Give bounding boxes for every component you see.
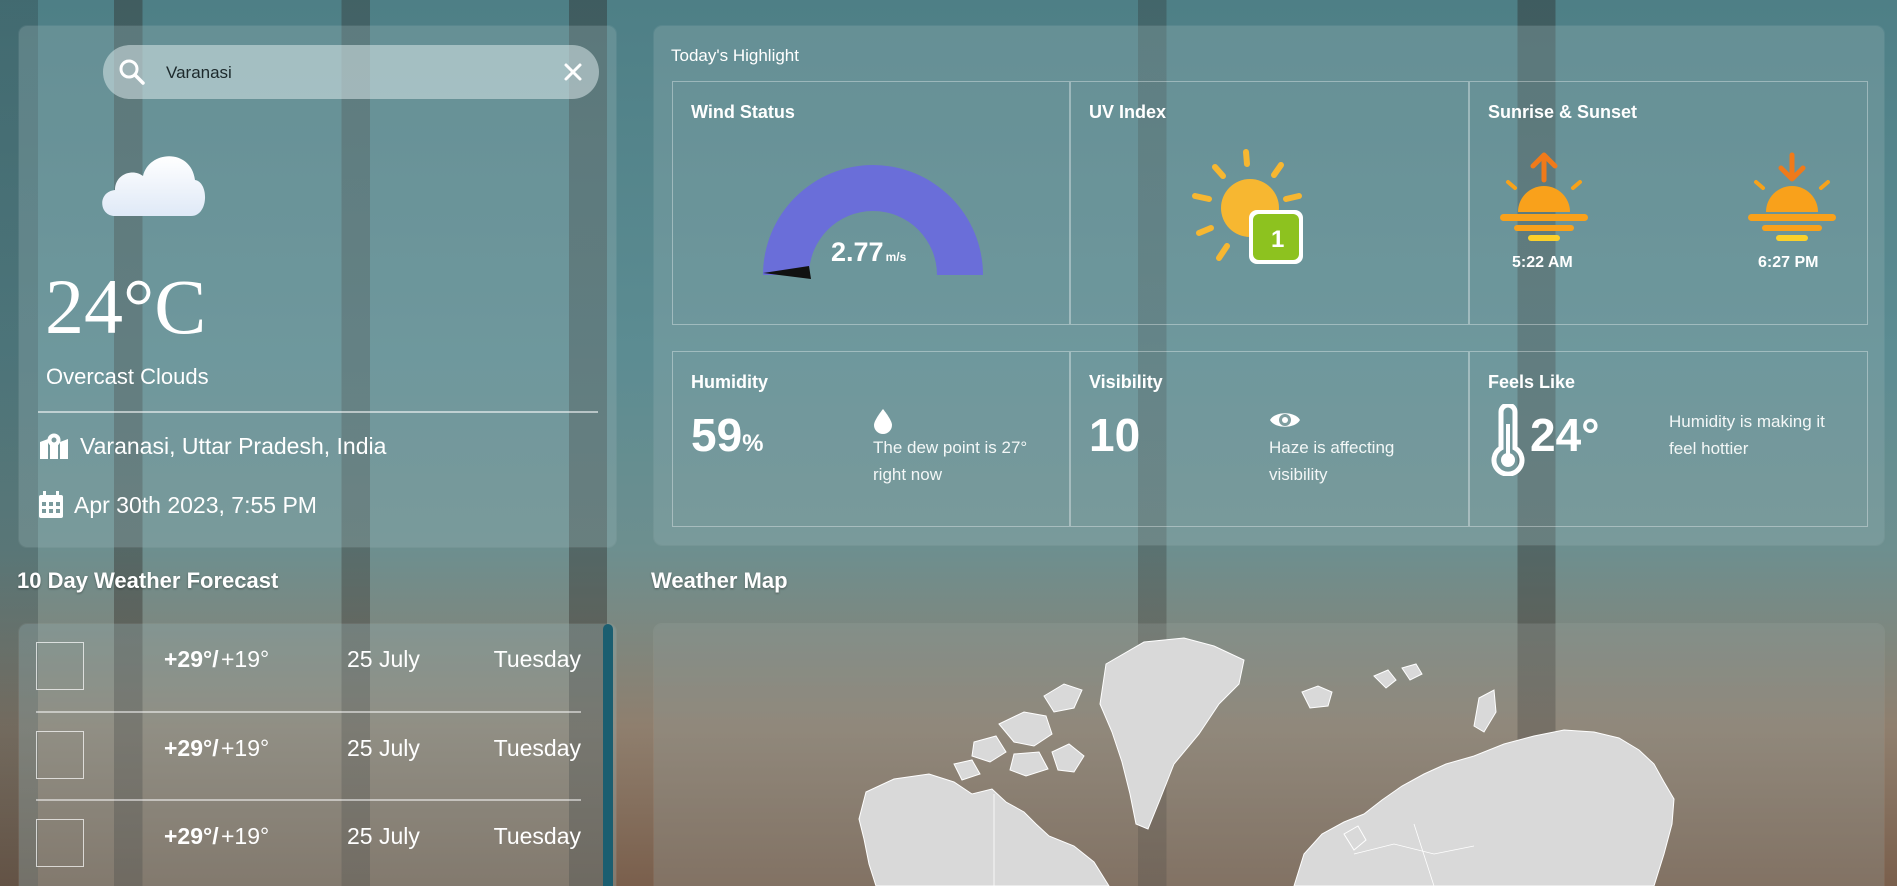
humidity-value: 59 [691, 409, 743, 461]
forecast-title: 10 Day Weather Forecast [17, 568, 279, 593]
card-title: UV Index [1089, 102, 1167, 122]
forecast-row: +29°/ +19° 25 July Tuesday [36, 624, 581, 712]
forecast-high: +29°/ [164, 823, 219, 849]
calendar-icon [39, 491, 63, 518]
visibility-value: 10 [1089, 409, 1141, 461]
uv-index-card: UV Index 1 [1070, 81, 1469, 325]
forecast-day: Tuesday [493, 823, 581, 849]
weather-condition: Overcast Clouds [46, 364, 209, 389]
sunset-time: 6:27 PM [1758, 254, 1819, 271]
search-icon[interactable] [118, 58, 146, 86]
highlights-title: Today's Highlight [671, 46, 799, 65]
forecast-list[interactable]: +29°/ +19° 25 July Tuesday +29°/ +19° 25… [19, 624, 616, 886]
feels-like-value: 24° [1530, 409, 1600, 461]
card-title: Visibility [1089, 372, 1163, 392]
card-title: Sunrise & Sunset [1488, 102, 1638, 122]
forecast-day: Tuesday [493, 735, 581, 761]
feels-like-note: Humidity is making it feel hottier [1669, 412, 1825, 458]
wind-status-card: Wind Status 2.77 m/s [672, 81, 1070, 325]
forecast-row: +29°/ +19° 25 July Tuesday [36, 801, 581, 886]
forecast-low: +19° [221, 823, 270, 849]
forecast-row: +29°/ +19° 25 July Tuesday [36, 713, 581, 801]
close-icon[interactable] [561, 60, 585, 84]
card-title: Feels Like [1488, 372, 1576, 392]
card-title: Humidity [691, 372, 769, 392]
visibility-note: Haze is affecting visibility [1269, 438, 1395, 484]
humidity-value-group: 59% [691, 408, 764, 462]
forecast-low: +19° [221, 646, 270, 672]
water-drop-icon [874, 409, 892, 434]
weather-map-title: Weather Map [651, 568, 788, 593]
sunset-icon [1748, 152, 1836, 241]
humidity-card: Humidity 59% The dew point is 27° right … [672, 351, 1070, 527]
forecast-date: 25 July [347, 823, 420, 849]
datetime-row: Apr 30th 2023, 7:55 PM [38, 491, 317, 519]
datetime-text: Apr 30th 2023, 7:55 PM [74, 491, 317, 518]
feels-like-card: Feels Like 24° Humidity is making it fee… [1469, 351, 1868, 527]
sun-icon [1192, 149, 1303, 264]
forecast-high: +29°/ [164, 735, 219, 761]
world-map[interactable] [654, 624, 1884, 886]
weather-image [36, 731, 84, 779]
sunrise-time: 5:22 AM [1512, 254, 1573, 271]
humidity-unit: % [742, 430, 764, 457]
wind-unit: m/s [885, 250, 907, 264]
weather-image [36, 642, 84, 690]
uv-value: 1 [1271, 226, 1285, 253]
location-text: Varanasi, Uttar Pradesh, India [80, 432, 387, 459]
wind-value: 2.77 [831, 237, 884, 267]
weather-map[interactable] [654, 624, 1884, 886]
weather-image [36, 819, 84, 867]
visibility-card: Visibility 10 Haze is affecting visibili… [1070, 351, 1469, 527]
search-bar[interactable] [103, 45, 599, 99]
highlights-panel: Today's Highlight Wind Status 2.77 m/s UV… [654, 26, 1884, 545]
eye-icon [1270, 413, 1300, 427]
forecast-day: Tuesday [493, 646, 581, 672]
divider [38, 411, 598, 413]
location-row: Varanasi, Uttar Pradesh, India [38, 432, 386, 460]
current-temperature: 24°C [45, 263, 207, 350]
forecast-low: +19° [221, 735, 270, 761]
search-input[interactable] [164, 57, 548, 89]
current-weather-panel: 24°C Overcast Clouds Varanasi, Uttar Pra… [19, 26, 616, 547]
scrollbar[interactable] [603, 624, 613, 886]
sunrise-icon [1500, 152, 1588, 241]
dew-point-note: The dew point is 27° right now [873, 438, 1028, 484]
map-pin-icon [40, 433, 68, 459]
forecast-date: 25 July [347, 735, 420, 761]
sunrise-sunset-card: Sunrise & Sunset 5:22 AM 6:27 PM [1469, 81, 1868, 325]
thermometer-icon [1491, 404, 1525, 476]
cloud-icon [102, 156, 206, 216]
card-title: Wind Status [691, 102, 795, 122]
forecast-date: 25 July [347, 646, 420, 672]
wind-value-group: 2.77 m/s [831, 237, 906, 268]
forecast-high: +29°/ [164, 646, 219, 672]
